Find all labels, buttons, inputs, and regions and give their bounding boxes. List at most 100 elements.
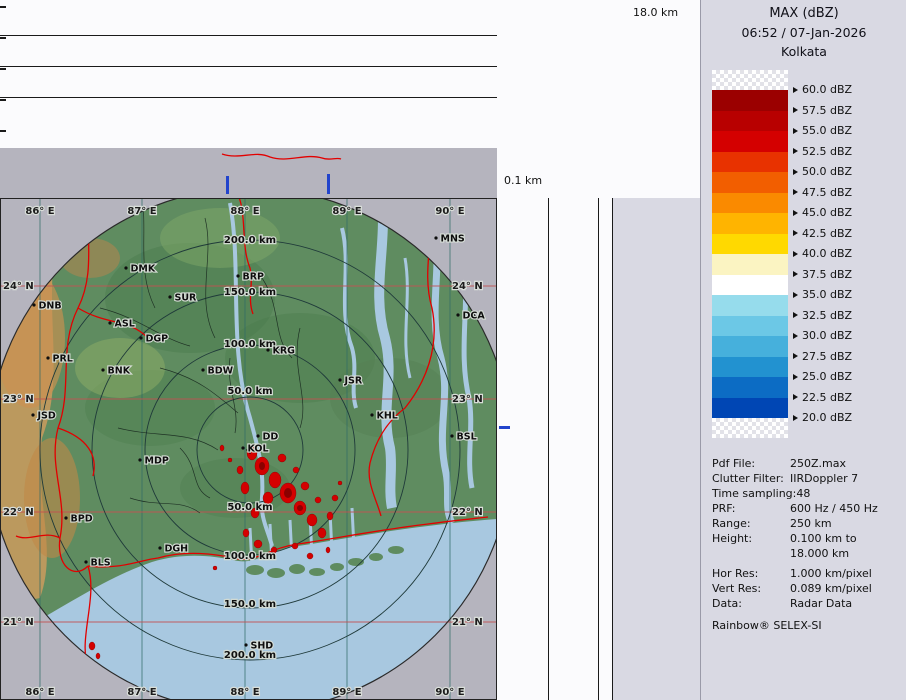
station-label: ASL [115,319,135,330]
station-label: DD [263,432,279,443]
station-label: KRG [273,346,296,357]
colorbar-transparent-top [712,70,788,90]
side-projection-corner [497,0,700,198]
colorbar-cell [712,193,788,214]
dbz-scale-label: 50.0 dBZ [793,165,852,178]
station-dot [450,434,453,437]
info-row: Range: 250 km [712,516,903,531]
info-value: 600 Hz / 450 Hz [790,501,878,516]
echo-top-marker [499,426,510,429]
scale-tick-arrow-icon [793,312,798,318]
info-label [712,546,790,561]
product-title: MAX (dBZ) [701,6,906,21]
station-label: BPD [71,514,93,525]
lon-label: 89° E [332,687,361,698]
scale-tick-arrow-icon [793,374,798,380]
station-dot [124,266,127,269]
range-label: 50.0 km [227,386,272,397]
dbz-scale-label: 52.5 dBZ [793,145,852,158]
top-projection-panel [0,0,498,198]
dbz-scale-label: 40.0 dBZ [793,247,852,260]
software-credit: Rainbow® SELEX-SI [712,618,903,633]
info-value: 250 km [790,516,832,531]
dbz-scale-label: 47.5 dBZ [793,186,852,199]
lat-label: 24° N [452,281,483,292]
scale-tick-arrow-icon [793,271,798,277]
dbz-scale-label: 42.5 dBZ [793,227,852,240]
info-row: Time sampling: 48 [712,486,903,501]
height-gridline [0,97,497,98]
station-label: BLS [91,558,111,569]
dbz-scale-label: 30.0 dBZ [793,329,852,342]
info-label: Height: [712,531,790,546]
info-group-resolution: Hor Res: 1.000 km/pixel Vert Res: 0.089 … [712,566,903,611]
lat-label: 23° N [452,394,483,405]
height-axis-max-label: 18.0 km [633,6,678,19]
map-panel: 86° E86° E87° E87° E88° E88° E89° E89° E… [0,198,497,700]
range-label: 100.0 km [224,551,276,562]
colorbar-cell [712,131,788,152]
station-label: PRL [53,354,73,365]
scale-tick-arrow-icon [793,87,798,93]
lon-label: 86° E [25,206,54,217]
station-label: DMK [131,264,156,275]
station-dot [241,446,244,449]
colorbar-cells [712,70,788,438]
lon-label: 88° E [230,687,259,698]
info-value: 250Z.max [790,456,846,471]
projected-boundary-line [222,154,341,159]
colorbar-cell [712,254,788,275]
info-label: Time sampling: [712,486,796,501]
dbz-scale-label: 57.5 dBZ [793,104,852,117]
range-label: 200.0 km [224,650,276,661]
station-dot [456,313,459,316]
colorbar-transparent-bottom [712,418,788,438]
colorbar-cell [712,377,788,398]
scale-tick-arrow-icon [793,128,798,134]
lon-label: 89° E [332,206,361,217]
station-label: MNS [441,234,465,245]
lon-label: 87° E [127,206,156,217]
station-dot [256,434,259,437]
info-value: 1.000 km/pixel [790,566,872,581]
legend-panel: MAX (dBZ) 06:52 / 07-Jan-2026 Kolkata 60… [700,0,906,700]
scale-tick-arrow-icon [793,169,798,175]
info-row: 18.000 km [712,546,903,561]
station-label: BRP [243,272,265,283]
dbz-scale-label: 37.5 dBZ [793,268,852,281]
scale-tick-arrow-icon [793,292,798,298]
info-value: 18.000 km [790,546,849,561]
info-group-primary: Pdf File: 250Z.max Clutter Filter: IIRDo… [712,456,903,561]
info-label: Clutter Filter: [712,471,790,486]
station-label: BNK [108,366,131,377]
info-value: Radar Data [790,596,852,611]
dbz-scale-label: 20.0 dBZ [793,411,852,424]
scale-tick-arrow-icon [793,251,798,257]
product-info-block: Pdf File: 250Z.max Clutter Filter: IIRDo… [712,456,903,633]
lat-label: 21° N [452,617,483,628]
scale-tick-arrow-icon [793,210,798,216]
colorbar-cell [712,295,788,316]
dbz-scale-label: 27.5 dBZ [793,350,852,363]
station-name: Kolkata [701,44,906,59]
colorbar-cell [712,398,788,419]
height-axis-tick [0,37,6,39]
side-projection-panel: 18.0 km 0.1 km [497,0,700,700]
dbz-scale-label: 35.0 dBZ [793,288,852,301]
lon-label: 88° E [230,206,259,217]
station-label: DCA [463,311,486,322]
station-dot [236,274,239,277]
info-label: PRF: [712,501,790,516]
height-gridline [612,198,613,700]
dbz-colorbar: 60.0 dBZ57.5 dBZ55.0 dBZ52.5 dBZ50.0 dBZ… [712,70,902,450]
station-label: BSL [457,432,477,443]
radar-map: 86° E86° E87° E87° E88° E88° E89° E89° E… [0,198,497,700]
info-value: 0.089 km/pixel [790,581,872,596]
lon-label: 90° E [435,687,464,698]
colorbar-cell [712,90,788,111]
scale-tick-arrow-icon [793,415,798,421]
scale-tick-arrow-icon [793,230,798,236]
colorbar-cell [712,111,788,132]
dbz-scale-label: 45.0 dBZ [793,206,852,219]
station-label: KOL [248,444,269,455]
